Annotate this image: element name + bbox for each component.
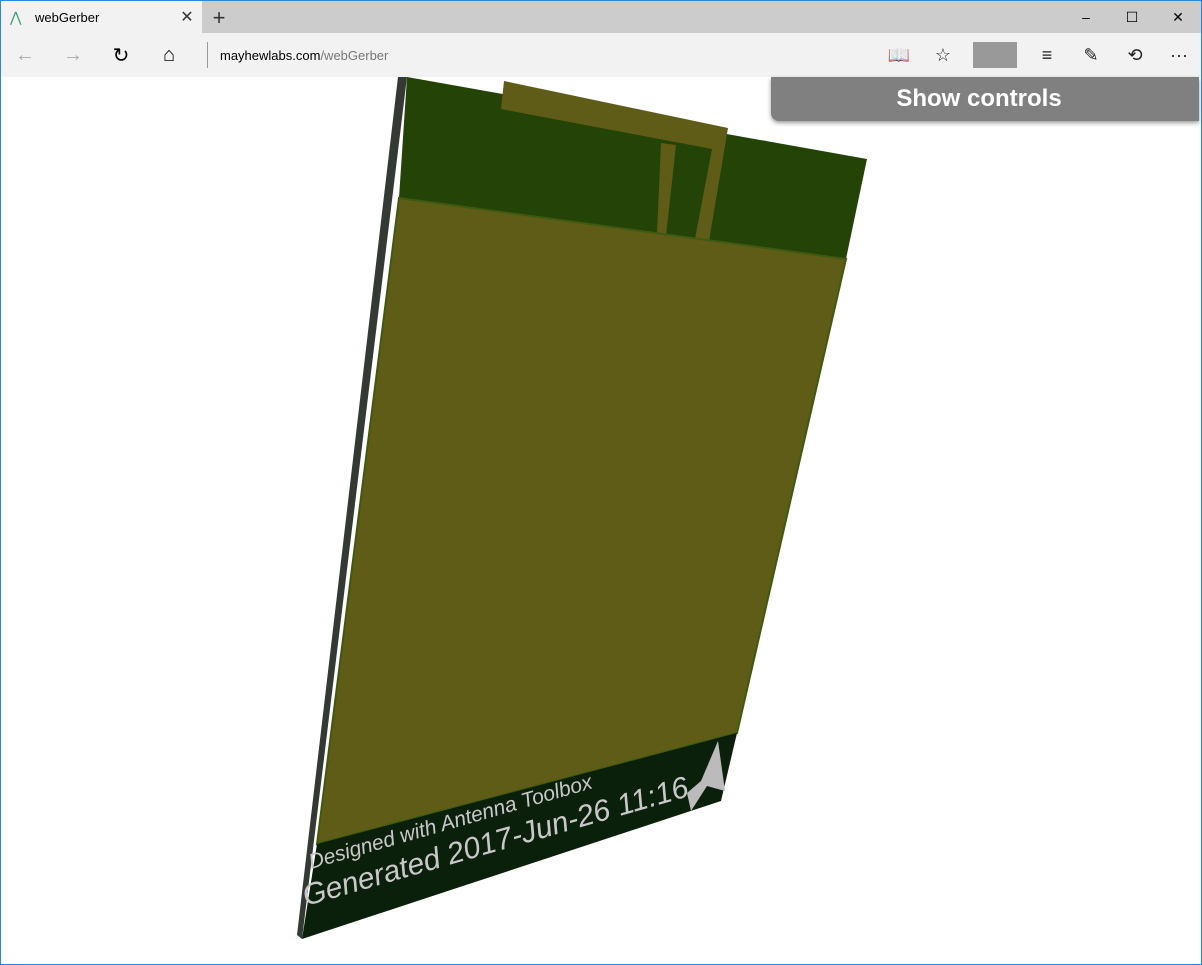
- minimize-button[interactable]: –: [1063, 1, 1109, 33]
- forward-button[interactable]: →: [49, 33, 97, 77]
- title-bar: ⋀ webGerber ✕ + – ☐ ✕: [1, 1, 1201, 33]
- divider: [973, 42, 1017, 68]
- url-domain: mayhewlabs.com: [220, 47, 321, 63]
- web-note-icon[interactable]: ✎: [1069, 45, 1113, 66]
- home-button[interactable]: ⌂: [145, 33, 193, 77]
- pcb-3d-viewer[interactable]: Designed with Antenna Toolbox Generated …: [1, 77, 1201, 965]
- close-window-button[interactable]: ✕: [1155, 1, 1201, 33]
- refresh-button[interactable]: ↻: [97, 33, 145, 77]
- url-path: /webGerber: [320, 47, 389, 63]
- maximize-button[interactable]: ☐: [1109, 1, 1155, 33]
- reading-view-icon[interactable]: 📖: [877, 45, 921, 66]
- favicon-icon: ⋀: [10, 8, 22, 25]
- divider: [207, 42, 208, 68]
- hub-icon[interactable]: ≡: [1025, 45, 1069, 66]
- navigation-bar: ← → ↻ ⌂ mayhewlabs.com/webGerber 📖 ☆ ≡ ✎…: [1, 33, 1201, 77]
- address-bar[interactable]: mayhewlabs.com/webGerber: [220, 48, 388, 63]
- share-icon[interactable]: ⟲: [1113, 45, 1157, 66]
- browser-tab[interactable]: ⋀ webGerber ✕: [1, 1, 202, 33]
- favorite-star-icon[interactable]: ☆: [921, 45, 965, 66]
- close-tab-icon[interactable]: ✕: [172, 7, 202, 27]
- tab-title: webGerber: [35, 9, 100, 25]
- show-controls-button[interactable]: Show controls: [771, 77, 1199, 121]
- more-icon[interactable]: ···: [1157, 45, 1201, 66]
- new-tab-button[interactable]: +: [208, 5, 230, 31]
- copper-pour: [315, 196, 848, 846]
- back-button[interactable]: ←: [1, 33, 49, 77]
